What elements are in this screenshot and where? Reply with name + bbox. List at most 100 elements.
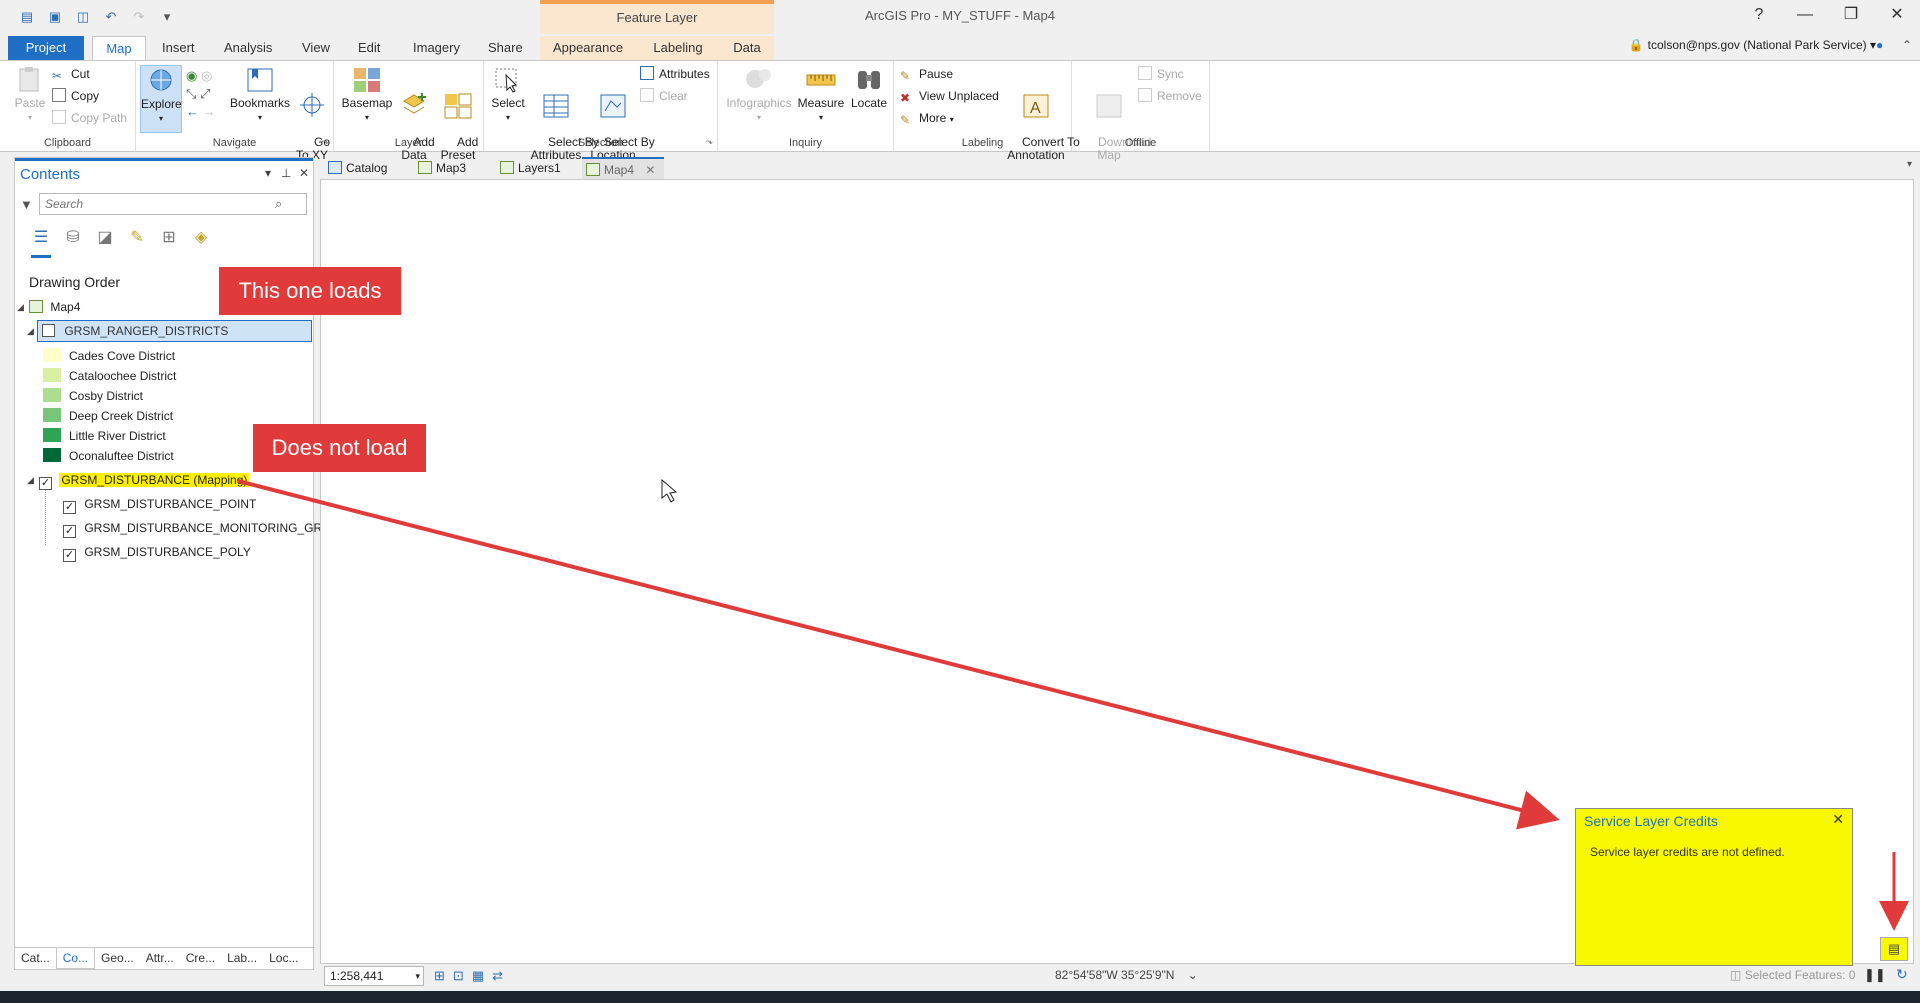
tab-project[interactable]: Project xyxy=(8,36,84,60)
contents-search-input[interactable] xyxy=(39,193,307,215)
bottom-pane-tab[interactable]: Cat... xyxy=(15,948,56,969)
tab-overflow-icon[interactable]: ▾ xyxy=(1907,159,1912,170)
selection-launcher-icon[interactable]: ⬎ xyxy=(705,136,713,147)
forward-arrow-icon[interactable]: → xyxy=(203,104,216,119)
selected-features-count[interactable]: ◫ Selected Features: 0 xyxy=(1730,968,1855,982)
collapse-arrow-icon[interactable]: ◢ xyxy=(17,297,24,317)
sublayer-visibility-checkbox[interactable]: ✓ xyxy=(63,525,76,538)
minimize-button[interactable]: — xyxy=(1782,0,1828,32)
bottom-pane-tab[interactable]: Cre... xyxy=(180,948,221,969)
layer-disturbance[interactable]: ✓ GRSM_DISTURBANCE (Mapping) xyxy=(39,470,250,490)
selection-view-icon[interactable]: ◪ xyxy=(95,228,115,248)
tab-layers1[interactable]: Layers1 xyxy=(496,157,566,179)
drawing-order-icon[interactable]: ☰ xyxy=(31,228,51,258)
tab-data[interactable]: Data xyxy=(720,36,774,60)
sync-button[interactable]: Sync xyxy=(1138,65,1184,83)
attributes-button[interactable]: Attributes xyxy=(640,65,710,83)
snapping-view-icon[interactable]: ⊞ xyxy=(159,228,179,248)
tab-map4[interactable]: Map4 ✕ xyxy=(582,157,664,179)
collapse-arrow-icon[interactable]: ◢ xyxy=(27,470,34,490)
undo-icon[interactable]: ↶ xyxy=(102,9,120,25)
close-pane-icon[interactable]: ✕ xyxy=(299,166,309,180)
sublayer-disturbance-point[interactable]: ✓ GRSM_DISTURBANCE_POINT xyxy=(63,494,256,514)
customize-qat-icon[interactable]: ▾ xyxy=(158,9,176,25)
clear-selection-button[interactable]: Clear xyxy=(640,87,688,105)
navigate-launcher-icon[interactable]: ⬎ xyxy=(321,136,329,147)
tab-labeling[interactable]: Labeling xyxy=(636,36,720,60)
editing-view-icon[interactable]: ✎ xyxy=(127,228,147,248)
bottom-pane-tab[interactable]: Attr... xyxy=(140,948,180,969)
tab-appearance[interactable]: Appearance xyxy=(540,36,636,60)
close-tab-icon[interactable]: ✕ xyxy=(645,163,655,177)
copy-button[interactable]: Copy xyxy=(52,87,99,105)
close-icon[interactable]: ✕ xyxy=(1832,811,1844,828)
redo-icon[interactable]: ↷ xyxy=(130,9,148,25)
view-unplaced-button[interactable]: ✖ View Unplaced xyxy=(900,87,999,105)
pane-options-icon[interactable]: ▾ xyxy=(265,166,271,180)
back-arrow-icon[interactable]: ← xyxy=(186,104,199,119)
tab-edit[interactable]: Edit xyxy=(350,36,388,60)
explore-button[interactable]: Explore ▾ xyxy=(140,65,182,133)
bookmarks-button[interactable]: Bookmarks ▾ xyxy=(230,65,290,124)
notification-icon[interactable]: ▤ xyxy=(1880,937,1908,961)
map-node[interactable]: ◢ Map4 xyxy=(17,297,80,317)
full-extent-icon[interactable]: ◉ xyxy=(186,68,197,83)
restore-button[interactable]: ❐ xyxy=(1828,0,1874,32)
bottom-pane-tab[interactable]: Lab... xyxy=(221,948,263,969)
user-account[interactable]: 🔒 tcolson@nps.gov (National Park Service)… xyxy=(1629,38,1876,52)
close-window-button[interactable]: ✕ xyxy=(1874,0,1920,32)
remove-button[interactable]: Remove xyxy=(1138,87,1202,105)
fixed-zoom-in-icon[interactable]: ⤡ xyxy=(186,86,196,101)
tab-analysis[interactable]: Analysis xyxy=(216,36,280,60)
filter-icon[interactable]: ▼ xyxy=(20,197,33,212)
collapse-ribbon-icon[interactable]: ⌃ xyxy=(1902,38,1912,52)
pause-labeling-button[interactable]: ✎ Pause xyxy=(900,65,953,83)
layer-visibility-checkbox[interactable]: ✓ xyxy=(39,477,52,490)
pause-drawing-icon[interactable]: ❚❚ xyxy=(1864,967,1886,983)
refresh-view-icon[interactable]: ⇄ xyxy=(492,968,511,983)
paste-button[interactable]: Paste ▾ xyxy=(8,65,52,124)
sublayer-visibility-checkbox[interactable]: ✓ xyxy=(63,549,76,562)
notification-bell-icon[interactable]: ● xyxy=(1876,38,1883,52)
pin-icon[interactable]: ⊥ xyxy=(281,166,291,180)
refresh-icon[interactable]: ↻ xyxy=(1896,966,1908,983)
more-labeling-button[interactable]: ✎ More ▾ xyxy=(900,109,954,127)
tab-imagery[interactable]: Imagery xyxy=(405,36,468,60)
tab-insert[interactable]: Insert xyxy=(154,36,203,60)
table-icon[interactable]: ▦ xyxy=(472,968,492,983)
scale-selector[interactable]: 1:258,441 ▾ xyxy=(324,966,424,986)
tab-catalog[interactable]: Catalog xyxy=(324,157,404,179)
layer-ranger-districts[interactable]: GRSM_RANGER_DISTRICTS xyxy=(37,320,312,342)
previous-extent-icon[interactable]: ◎ xyxy=(201,68,212,83)
tab-map[interactable]: Map xyxy=(92,36,146,60)
infographics-button[interactable]: Infographics ▾ xyxy=(724,65,794,124)
collapse-arrow-icon[interactable]: ◢ xyxy=(27,321,34,341)
tab-view[interactable]: View xyxy=(294,36,338,60)
locate-button[interactable]: Locate xyxy=(846,65,892,110)
basemap-button[interactable]: Basemap ▾ xyxy=(340,65,394,124)
cut-button[interactable]: ✂ Cut xyxy=(52,65,90,83)
layer-visibility-checkbox[interactable] xyxy=(42,324,55,337)
labeling-view-icon[interactable]: ◈ xyxy=(191,228,211,248)
sublayer-disturbance-grid[interactable]: ✓ GRSM_DISTURBANCE_MONITORING_GRID xyxy=(63,518,334,538)
copy-path-button[interactable]: Copy Path xyxy=(52,109,127,127)
tab-share[interactable]: Share xyxy=(480,36,531,60)
save-icon[interactable]: ◫ xyxy=(74,9,92,25)
grid-snap-icon[interactable]: ⊞ xyxy=(434,968,453,983)
bottom-pane-tab[interactable]: Loc... xyxy=(263,948,304,969)
bottom-pane-tab[interactable]: Geo... xyxy=(95,948,140,969)
measure-button[interactable]: Measure ▾ xyxy=(796,65,846,124)
search-icon[interactable]: ⌕ xyxy=(275,196,282,212)
fixed-zoom-out-icon[interactable]: ⤢ xyxy=(200,86,210,101)
nav-constraint-icon[interactable]: ⊡ xyxy=(453,968,472,983)
tab-map3[interactable]: Map3 xyxy=(414,157,480,179)
chevron-down-icon[interactable]: ⌄ xyxy=(1188,968,1198,982)
sublayer-visibility-checkbox[interactable]: ✓ xyxy=(63,501,76,514)
new-project-icon[interactable]: ▤ xyxy=(18,9,36,25)
sublayer-disturbance-poly[interactable]: ✓ GRSM_DISTURBANCE_POLY xyxy=(63,542,251,562)
bottom-pane-tab[interactable]: Co... xyxy=(55,948,96,969)
select-button[interactable]: Select ▾ xyxy=(488,65,528,124)
data-source-icon[interactable]: ⛁ xyxy=(63,228,83,248)
help-button[interactable]: ? xyxy=(1736,0,1782,32)
open-project-icon[interactable]: ▣ xyxy=(46,9,64,25)
